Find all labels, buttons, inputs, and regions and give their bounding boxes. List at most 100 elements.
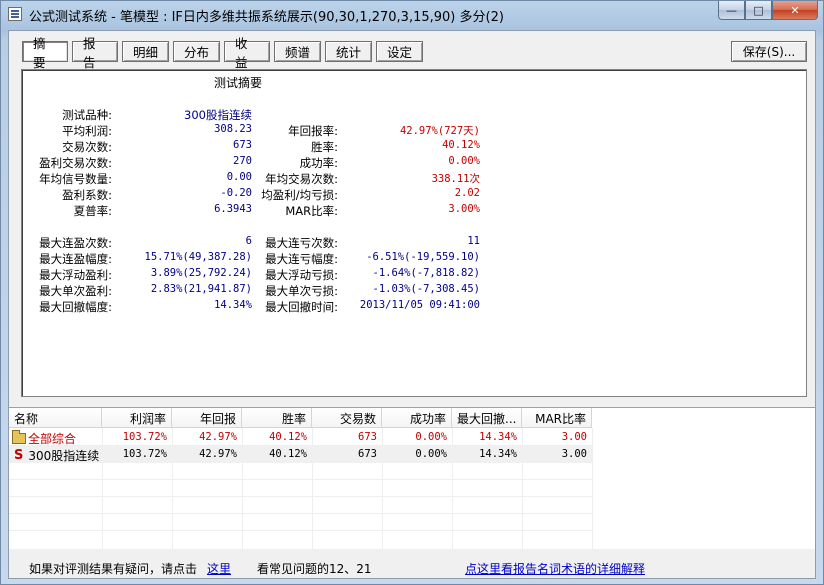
value-max-consec-losses: 11 (467, 235, 480, 247)
minimize-button[interactable]: — (718, 1, 745, 20)
summary-panel: 测试摘要 测试品种: 300股指连续 平均利润: 308.23 年回报率: 42… (21, 69, 807, 397)
footer-faq-text: 看常见问题的12、21 (257, 562, 372, 576)
maximize-icon: □ (753, 3, 764, 17)
label-max-drawdown: 最大回撤幅度: (39, 300, 112, 314)
label-winning-trades: 盈利交易次数: (39, 156, 112, 170)
tab-report[interactable]: 报告 (72, 36, 118, 70)
label-symbol: 测试品种: (62, 108, 112, 122)
cell-success-rate: 0.00% (415, 431, 447, 443)
tab-strip: 摘要 报告 明细 分布 收益 频谱 统计 设定 (22, 36, 427, 70)
cell-win-rate: 40.12% (269, 431, 307, 443)
row-name: 300股指连续 (28, 448, 100, 463)
value-avg-signals: 0.00 (226, 171, 252, 183)
table-row[interactable]: S 300股指连续 103.72% 42.97% 40.12% 673 0.00… (9, 446, 592, 463)
label-avg-profit: 平均利润: (62, 124, 112, 138)
minimize-icon: — (726, 3, 737, 17)
cell-success-rate: 0.00% (415, 448, 447, 460)
tab-settings[interactable]: 设定 (376, 41, 423, 62)
cell-profit-rate: 103.72% (122, 448, 167, 460)
cell-mar: 3.00 (561, 431, 587, 443)
value-max-single-profit: 2.83%(21,941.87) (150, 283, 252, 295)
label-profit-factor: 盈利系数: (62, 188, 112, 202)
folder-icon (12, 429, 26, 444)
label-avg-win-loss: 均盈利/均亏损: (261, 188, 338, 202)
column-header-trades[interactable]: 交易数 (312, 408, 382, 428)
value-symbol: 300股指连续 (184, 108, 252, 122)
row-name: 全部综合 (28, 431, 77, 446)
value-sharpe: 6.3943 (214, 203, 252, 215)
column-header-win-rate[interactable]: 胜率 (242, 408, 312, 428)
label-max-consec-losses: 最大连亏次数: (265, 236, 338, 250)
cell-trades: 673 (358, 431, 377, 443)
cell-annual-return: 42.97% (199, 431, 237, 443)
cell-win-rate: 40.12% (269, 448, 307, 460)
cell-profit-rate: 103.72% (122, 431, 167, 443)
column-header-mar[interactable]: MAR比率 (522, 408, 592, 428)
save-button[interactable]: 保存(S)... (731, 41, 807, 62)
summary-title: 测试摘要 (214, 76, 263, 90)
label-max-single-loss: 最大单次亏损: (265, 284, 338, 298)
label-mar: MAR比率: (285, 204, 338, 218)
value-annual-trades: 338.11次 (431, 173, 480, 185)
value-max-float-profit: 3.89%(25,792.24) (150, 267, 252, 279)
value-success-rate: 0.00% (448, 155, 480, 167)
results-table: 名称 利润率 年回报 胜率 交易数 成功率 最大回撤... MAR比率 全部综合… (9, 407, 815, 550)
label-max-float-loss: 最大浮动亏损: (265, 268, 338, 282)
tab-returns[interactable]: 收益 (224, 36, 270, 70)
value-max-drawdown: 14.34% (214, 299, 252, 311)
column-header-annual-return[interactable]: 年回报 (172, 408, 242, 428)
value-max-float-loss: -1.64%(-7,818.82) (372, 267, 480, 279)
strategy-s-icon: S (14, 447, 24, 463)
app-window: 公式测试系统 - 笔模型 : IF日内多维共振系统展示(90,30,1,270,… (0, 0, 824, 585)
column-header-max-drawdown[interactable]: 最大回撤... (452, 408, 522, 428)
label-trade-count: 交易次数: (62, 140, 112, 154)
close-button[interactable]: ✕ (772, 1, 818, 20)
table-row[interactable]: 全部综合 103.72% 42.97% 40.12% 673 0.00% 14.… (9, 429, 592, 446)
table-header: 名称 利润率 年回报 胜率 交易数 成功率 最大回撤... MAR比率 (9, 408, 592, 428)
label-success-rate: 成功率: (299, 156, 338, 170)
cell-mar: 3.00 (561, 448, 587, 460)
column-header-profit-rate[interactable]: 利润率 (102, 408, 172, 428)
label-max-float-profit: 最大浮动盈利: (39, 268, 112, 282)
label-sharpe: 夏普率: (73, 204, 112, 218)
label-avg-signals: 年均信号数量: (39, 172, 112, 186)
value-win-rate: 40.12% (442, 139, 480, 151)
tab-summary[interactable]: 摘要 (22, 36, 68, 70)
value-annual-return: 42.97%(727天) (399, 125, 480, 137)
tab-statistics[interactable]: 统计 (325, 41, 372, 62)
value-mar: 3.00% (448, 203, 480, 215)
value-max-consec-win-amp: 15.71%(49,387.28) (144, 251, 252, 263)
tab-distribution[interactable]: 分布 (173, 41, 220, 62)
cell-max-drawdown: 14.34% (479, 431, 517, 443)
label-max-consec-wins: 最大连盈次数: (39, 236, 112, 250)
footer-prompt: 如果对评测结果有疑问，请点击 (29, 562, 198, 576)
title-bar[interactable]: 公式测试系统 - 笔模型 : IF日内多维共振系统展示(90,30,1,270,… (1, 1, 823, 29)
value-profit-factor: -0.20 (220, 187, 252, 199)
cell-annual-return: 42.97% (199, 448, 237, 460)
value-max-consec-wins: 6 (245, 235, 252, 247)
label-max-consec-loss-amp: 最大连亏幅度: (265, 252, 338, 266)
value-max-consec-loss-amp: -6.51%(-19,559.10) (366, 251, 480, 263)
tab-detail[interactable]: 明细 (122, 41, 169, 62)
cell-trades: 673 (358, 448, 377, 460)
label-win-rate: 胜率: (311, 140, 338, 154)
tab-spectrum[interactable]: 频谱 (274, 41, 321, 62)
label-max-single-profit: 最大单次盈利: (39, 284, 112, 298)
footer: 如果对评测结果有疑问，请点击 这里 看常见问题的12、21 点这里看报告名词术语… (9, 555, 815, 579)
glossary-link[interactable]: 点这里看报告名词术语的详细解释 (465, 560, 645, 577)
window-title: 公式测试系统 - 笔模型 : IF日内多维共振系统展示(90,30,1,270,… (29, 10, 504, 25)
value-max-drawdown-time: 2013/11/05 09:41:00 (359, 299, 480, 311)
label-max-drawdown-time: 最大回撤时间: (265, 300, 338, 314)
value-trade-count: 673 (233, 139, 252, 151)
value-avg-win-loss: 2.02 (454, 187, 480, 199)
faq-link[interactable]: 这里 (207, 560, 231, 577)
column-header-name[interactable]: 名称 (9, 408, 102, 428)
value-avg-profit: 308.23 (214, 123, 252, 135)
close-icon: ✕ (790, 3, 800, 17)
label-annual-trades: 年均交易次数: (265, 172, 338, 186)
label-annual-return: 年回报率: (288, 124, 338, 138)
value-winning-trades: 270 (233, 155, 252, 167)
column-header-success-rate[interactable]: 成功率 (382, 408, 452, 428)
app-icon (8, 7, 22, 21)
maximize-button[interactable]: □ (745, 1, 772, 20)
